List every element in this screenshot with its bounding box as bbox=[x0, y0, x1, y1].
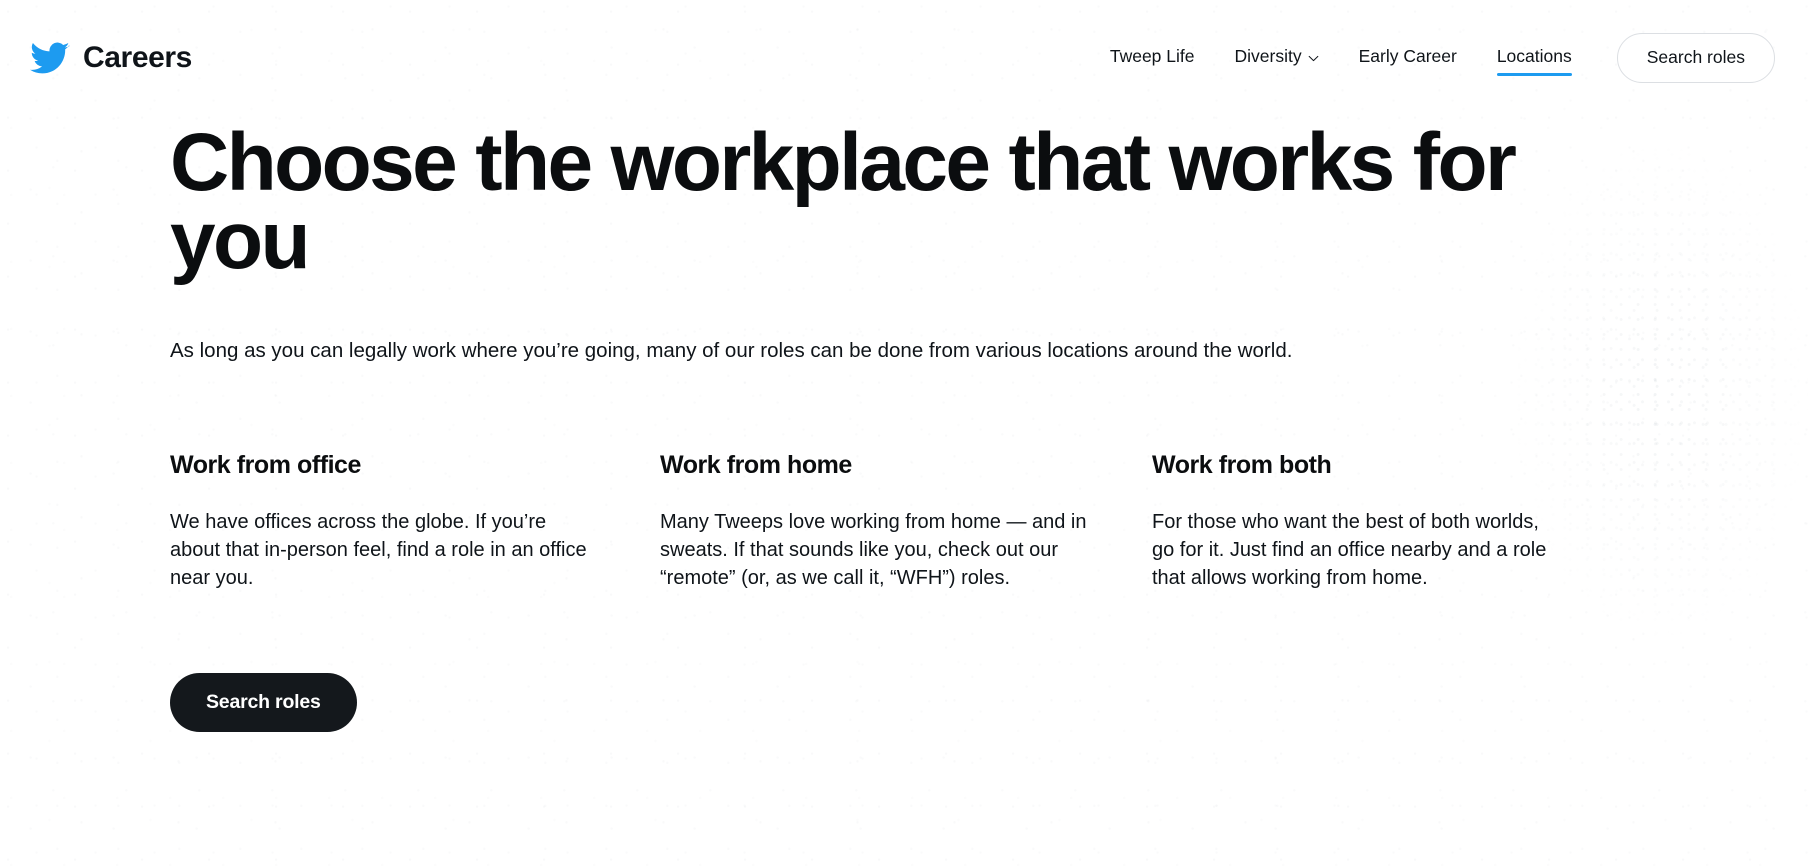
brand-logo-link[interactable]: Careers bbox=[30, 41, 192, 75]
option-card-work-from-office: Work from office We have offices across … bbox=[170, 450, 660, 593]
main-navigation: Tweep Life Diversity Early Career Locati… bbox=[1090, 33, 1775, 83]
brand-name: Careers bbox=[83, 41, 192, 74]
option-title: Work from home bbox=[660, 450, 852, 479]
nav-item-diversity[interactable]: Diversity bbox=[1235, 40, 1319, 76]
site-header: Careers Tweep Life Diversity Early Caree… bbox=[0, 0, 1809, 116]
page-title: Choose the workplace that works for you bbox=[170, 117, 1517, 286]
nav-item-locations[interactable]: Locations bbox=[1496, 40, 1572, 76]
workplace-options: Work from office We have offices across … bbox=[170, 450, 1779, 593]
chevron-down-icon bbox=[1308, 52, 1319, 62]
page-subtitle: As long as you can legally work where yo… bbox=[170, 338, 1293, 362]
nav-item-early-career[interactable]: Early Career bbox=[1359, 40, 1457, 76]
search-roles-button[interactable]: Search roles bbox=[170, 672, 357, 733]
header-search-roles-button[interactable]: Search roles bbox=[1616, 33, 1775, 83]
option-body: Many Tweeps love working from home — and… bbox=[660, 510, 1087, 590]
page-root: Careers Tweep Life Diversity Early Caree… bbox=[0, 0, 1809, 733]
nav-item-label: Early Career bbox=[1358, 46, 1457, 66]
option-title: Work from office bbox=[170, 450, 361, 479]
nav-item-label: Diversity bbox=[1234, 46, 1302, 66]
option-body: For those who want the best of both worl… bbox=[1152, 510, 1547, 590]
option-card-work-from-both: Work from both For those who want the be… bbox=[1152, 450, 1622, 593]
twitter-bird-icon bbox=[30, 41, 70, 75]
option-card-work-from-home: Work from home Many Tweeps love working … bbox=[660, 450, 1152, 593]
option-title: Work from both bbox=[1152, 450, 1332, 479]
cta-section: Search roles bbox=[170, 672, 1779, 733]
main-content: Choose the workplace that works for you … bbox=[0, 117, 1809, 733]
nav-item-tweep-life[interactable]: Tweep Life bbox=[1110, 40, 1195, 76]
nav-item-label: Tweep Life bbox=[1109, 46, 1195, 66]
option-body: We have offices across the globe. If you… bbox=[170, 510, 587, 590]
nav-item-label: Locations bbox=[1496, 46, 1572, 66]
